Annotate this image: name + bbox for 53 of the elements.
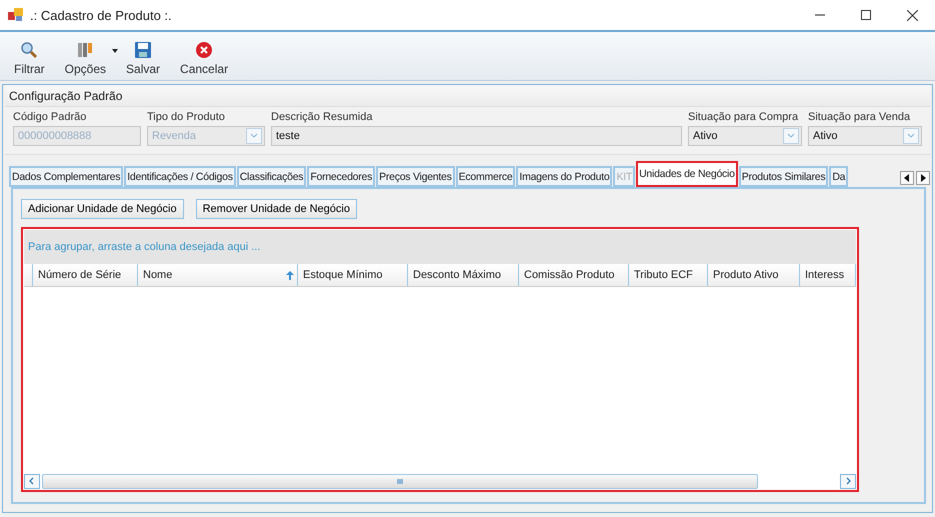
chevron-right-icon bbox=[844, 477, 852, 485]
tab[interactable]: Da bbox=[829, 166, 848, 187]
input-field[interactable]: teste bbox=[271, 126, 682, 146]
dropdown-icon bbox=[783, 128, 799, 144]
action-button[interactable]: Remover Unidade de Negócio bbox=[196, 199, 357, 219]
field-label: Descrição Resumida bbox=[271, 111, 374, 123]
column-header[interactable]: Desconto Máximo bbox=[408, 264, 519, 286]
tools-icon bbox=[76, 41, 94, 59]
toolbar-button[interactable]: Opções bbox=[56, 41, 114, 76]
tab[interactable]: Identificações / Códigos bbox=[124, 166, 236, 187]
combo-box[interactable]: Ativo bbox=[688, 126, 802, 146]
tab[interactable]: Imagens do Produto bbox=[516, 166, 612, 187]
group-title: Configuração Padrão bbox=[5, 85, 930, 107]
column-header[interactable]: Produto Ativo bbox=[708, 264, 800, 286]
close-icon[interactable] bbox=[906, 10, 918, 20]
maximize-icon[interactable] bbox=[861, 10, 871, 20]
app-icon bbox=[8, 8, 24, 22]
chevron-left-icon bbox=[28, 477, 36, 485]
column-header[interactable]: Comissão Produto bbox=[519, 264, 629, 286]
scrollbar-thumb[interactable] bbox=[42, 474, 758, 488]
column-header[interactable]: Número de Série bbox=[33, 264, 138, 286]
combo-box[interactable]: Ativo bbox=[808, 126, 922, 146]
group-hint: Para agrupar, arraste a coluna desejada aqui ... bbox=[28, 241, 260, 253]
toolbar-button[interactable]: Filtrar bbox=[6, 41, 53, 76]
dropdown-icon bbox=[903, 128, 919, 144]
tab[interactable]: Fornecedores bbox=[307, 166, 376, 187]
sort-arrow-icon bbox=[286, 270, 294, 280]
column-header[interactable]: Interess bbox=[800, 264, 856, 286]
tab[interactable]: Produtos Similares bbox=[738, 166, 828, 187]
action-button[interactable]: Adicionar Unidade de Negócio bbox=[21, 199, 184, 219]
tab[interactable]: Ecommerce bbox=[456, 166, 516, 187]
tab[interactable]: Preços Vigentes bbox=[376, 166, 455, 187]
tab[interactable]: Classificações bbox=[236, 166, 306, 187]
field-label: Situação para Compra bbox=[688, 111, 800, 123]
field-label: Tipo do Produto bbox=[147, 111, 226, 123]
scroll-right-button[interactable] bbox=[916, 171, 930, 185]
window-title: .: Cadastro de Produto :. bbox=[30, 8, 173, 22]
column-header[interactable]: Tributo ECF bbox=[629, 264, 708, 286]
dropdown-icon bbox=[246, 128, 262, 144]
field-label: Código Padrão bbox=[13, 111, 88, 123]
scroll-left-button[interactable] bbox=[900, 171, 914, 185]
tab[interactable]: Dados Complementares bbox=[9, 166, 124, 187]
search-icon bbox=[20, 41, 38, 59]
column-header[interactable]: Nome bbox=[138, 264, 298, 286]
field-label: Situação para Venda bbox=[808, 111, 912, 123]
triangle-left-icon bbox=[904, 174, 910, 182]
triangle-right-icon bbox=[920, 174, 926, 182]
close-icon bbox=[195, 41, 214, 59]
toolbar-button[interactable]: Cancelar bbox=[172, 41, 236, 76]
column-header[interactable]: Estoque Mínimo bbox=[298, 264, 408, 286]
tab[interactable]: Unidades de Negócio bbox=[636, 161, 738, 187]
toolbar-button[interactable]: Salvar bbox=[118, 41, 168, 76]
save-icon bbox=[134, 41, 152, 59]
